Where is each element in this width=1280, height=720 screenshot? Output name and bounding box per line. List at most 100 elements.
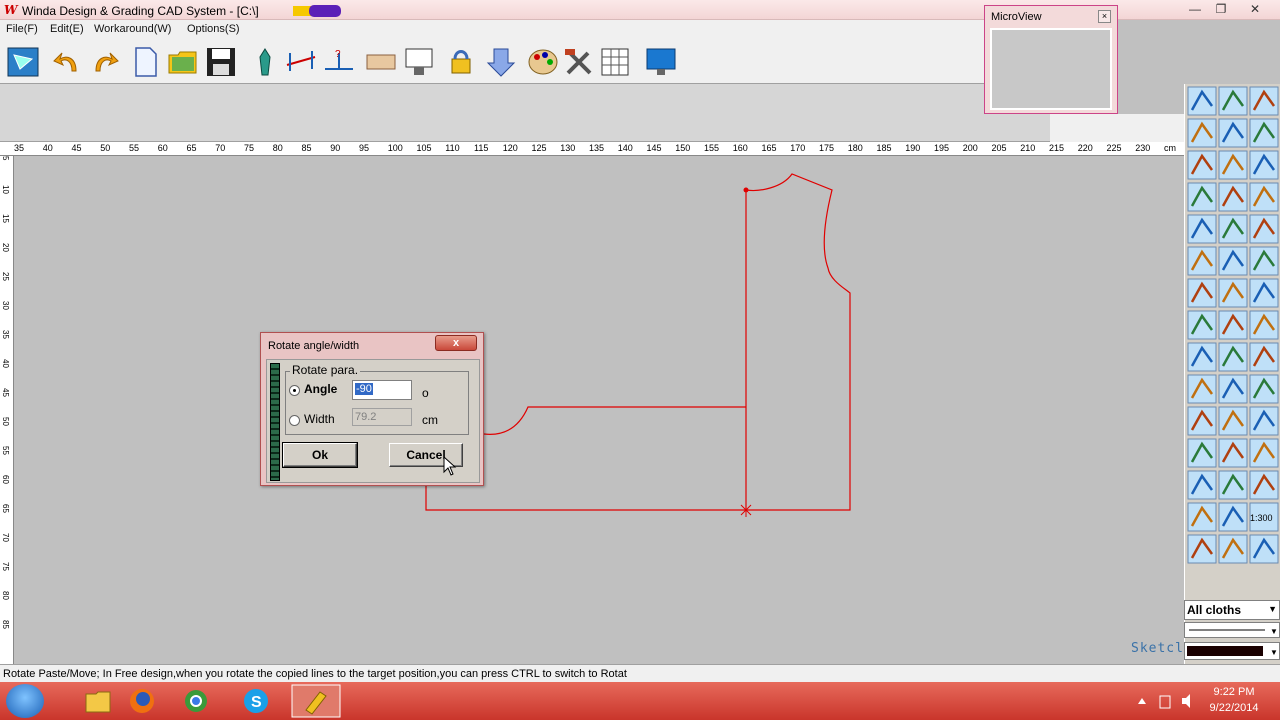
line-tool-icon[interactable] bbox=[1218, 118, 1248, 148]
cad-app-taskbar-icon[interactable] bbox=[290, 684, 342, 718]
angle-unit: o bbox=[422, 386, 429, 400]
curve-tool-icon[interactable] bbox=[1187, 214, 1217, 244]
zoom-tool-icon[interactable] bbox=[1187, 502, 1217, 532]
pleat-tool-icon[interactable] bbox=[1187, 182, 1217, 212]
angle-input[interactable]: -90 bbox=[352, 380, 412, 400]
gear-tool-icon[interactable] bbox=[1218, 278, 1248, 308]
column-tool-icon[interactable] bbox=[1249, 278, 1279, 308]
svg-text:▼: ▼ bbox=[1270, 648, 1278, 657]
restore-button[interactable]: ❐ bbox=[1208, 0, 1234, 18]
eye-tool-icon[interactable] bbox=[1249, 310, 1279, 340]
tile-tool-icon[interactable] bbox=[1249, 470, 1279, 500]
ellipse-tool-icon[interactable] bbox=[1218, 310, 1248, 340]
scale-tool-icon[interactable]: 1:300 bbox=[1249, 502, 1279, 532]
grading-icon[interactable] bbox=[284, 45, 318, 79]
text-tool-icon[interactable] bbox=[1249, 374, 1279, 404]
lock-icon[interactable] bbox=[444, 45, 478, 79]
start-button[interactable] bbox=[6, 684, 44, 718]
zigzag-tool-icon[interactable] bbox=[1187, 278, 1217, 308]
anchor-point[interactable] bbox=[743, 187, 749, 193]
save-icon[interactable] bbox=[204, 45, 238, 79]
pattern-tool-icon[interactable] bbox=[1218, 246, 1248, 276]
firefox-icon[interactable] bbox=[116, 684, 168, 718]
main-toolbar: ? bbox=[0, 40, 984, 84]
undo-icon[interactable] bbox=[50, 45, 84, 79]
table-grid-icon[interactable] bbox=[598, 45, 632, 79]
microview-close-button[interactable]: × bbox=[1098, 10, 1111, 23]
shape-tool-icon[interactable] bbox=[1249, 438, 1279, 468]
ruler-tool-icon[interactable] bbox=[364, 45, 398, 79]
mirror-tool-icon[interactable] bbox=[1249, 150, 1279, 180]
scatter-tool-icon[interactable] bbox=[1218, 502, 1248, 532]
monitor-icon[interactable] bbox=[644, 45, 678, 79]
tag-tool-icon[interactable] bbox=[1218, 438, 1248, 468]
dialog-close-button[interactable]: x bbox=[435, 335, 477, 351]
eraser-tool-icon[interactable] bbox=[1187, 150, 1217, 180]
circle-tool-icon[interactable] bbox=[1187, 406, 1217, 436]
chrome-icon[interactable] bbox=[170, 684, 222, 718]
angle-radio[interactable] bbox=[289, 385, 300, 396]
new-file-icon[interactable] bbox=[128, 45, 162, 79]
fold-tool-icon[interactable] bbox=[1218, 150, 1248, 180]
label-tool-icon[interactable] bbox=[1249, 342, 1279, 372]
ruler-tick-label: 60 bbox=[157, 143, 168, 153]
minimize-button[interactable]: — bbox=[1182, 0, 1208, 18]
menu-options[interactable]: Options(S) bbox=[187, 23, 240, 35]
tools-icon[interactable] bbox=[562, 45, 596, 79]
spread-tool-icon[interactable] bbox=[1218, 342, 1248, 372]
rectangle-tool-icon[interactable] bbox=[1218, 406, 1248, 436]
triangle-tool-icon[interactable] bbox=[1218, 214, 1248, 244]
ruler-tick-label: 75 bbox=[244, 143, 255, 153]
stitch-tool-icon[interactable] bbox=[1187, 534, 1217, 564]
menu-workaround[interactable]: Workaround(W) bbox=[94, 23, 171, 35]
ruler-tick-label: 15 bbox=[1, 214, 10, 223]
dart-tool-icon[interactable] bbox=[1218, 182, 1248, 212]
notch-tool-icon[interactable] bbox=[1249, 214, 1279, 244]
select-tool-icon[interactable] bbox=[6, 45, 40, 79]
system-tray-icons[interactable] bbox=[1134, 692, 1204, 710]
protractor-tool-icon[interactable] bbox=[1249, 86, 1279, 116]
redo-icon[interactable] bbox=[88, 45, 122, 79]
bezier-tool-icon[interactable] bbox=[1187, 438, 1217, 468]
width-radio[interactable] bbox=[289, 415, 300, 426]
spiral-tool-icon[interactable] bbox=[1249, 534, 1279, 564]
ruler-tick-label: 165 bbox=[761, 143, 777, 153]
seam-tool-icon[interactable] bbox=[1187, 246, 1217, 276]
ruler-tick-label: 25 bbox=[1, 272, 10, 281]
close-window-button[interactable]: ✕ bbox=[1242, 0, 1268, 18]
line-style-select[interactable]: ▼ bbox=[1184, 622, 1280, 638]
swap-tool-icon[interactable] bbox=[1218, 374, 1248, 404]
highlight-tool-icon[interactable] bbox=[1187, 310, 1217, 340]
multi-line-tool-icon[interactable] bbox=[1249, 118, 1279, 148]
grade-tool-icon[interactable] bbox=[1187, 374, 1217, 404]
cut-tool-icon[interactable] bbox=[1249, 182, 1279, 212]
skype-icon[interactable]: S bbox=[230, 684, 282, 718]
ruler-tick-label: 10 bbox=[1, 185, 10, 194]
taskbar: S bbox=[0, 682, 1280, 720]
open-folder-icon[interactable] bbox=[166, 45, 200, 79]
line-color-select[interactable]: ▼ bbox=[1184, 642, 1280, 660]
compass-tool-icon[interactable] bbox=[1218, 86, 1248, 116]
measure-icon[interactable]: ? bbox=[322, 45, 356, 79]
plot-icon[interactable] bbox=[402, 45, 436, 79]
menu-bar: File(F) Edit(E) Workaround(W) Options(S) bbox=[0, 20, 984, 40]
width-input[interactable]: 79.2 bbox=[352, 408, 412, 426]
ok-button[interactable]: Ok bbox=[282, 442, 358, 468]
pencil-tool-icon[interactable] bbox=[1187, 86, 1217, 116]
arrow-tool-icon[interactable] bbox=[1187, 118, 1217, 148]
pin-tool-icon[interactable] bbox=[1187, 342, 1217, 372]
rotate-center-marker[interactable] bbox=[739, 503, 753, 517]
wave-tool-icon[interactable] bbox=[1249, 246, 1279, 276]
cloth-select[interactable]: All cloths ▼ bbox=[1184, 600, 1280, 620]
needle-tool-icon[interactable] bbox=[1218, 534, 1248, 564]
menu-file[interactable]: File(F) bbox=[6, 23, 38, 35]
ruler-tick-label: 140 bbox=[617, 143, 633, 153]
drawing-canvas[interactable] bbox=[14, 156, 1184, 664]
hatch-tool-icon[interactable] bbox=[1218, 470, 1248, 500]
menu-edit[interactable]: Edit(E) bbox=[50, 23, 84, 35]
palette-icon[interactable] bbox=[526, 45, 560, 79]
hook-tool-icon[interactable] bbox=[1249, 406, 1279, 436]
anchor-tool-icon[interactable] bbox=[1187, 470, 1217, 500]
arrow-down-tool-icon[interactable] bbox=[484, 45, 518, 79]
body-measure-icon[interactable] bbox=[248, 45, 282, 79]
